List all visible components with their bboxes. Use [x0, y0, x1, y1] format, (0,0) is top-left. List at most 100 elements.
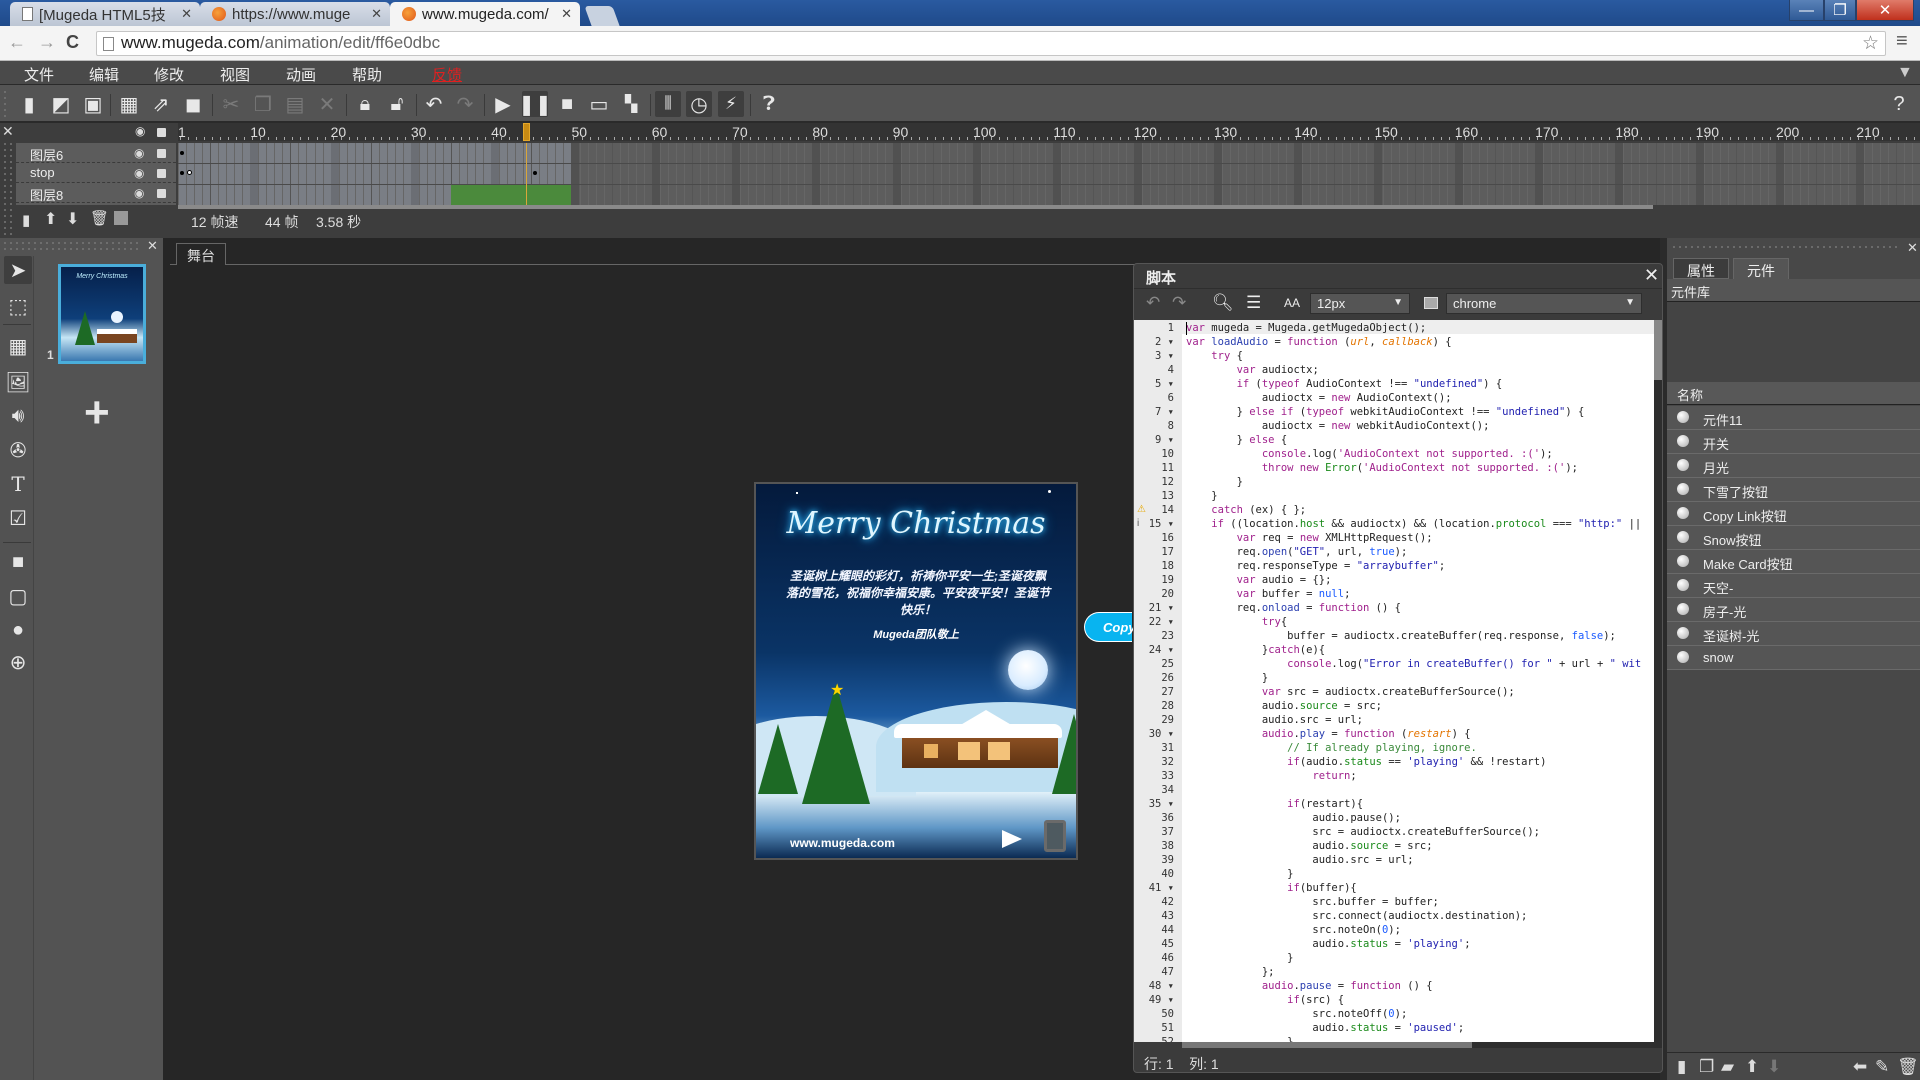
reload-icon[interactable]: C — [66, 32, 79, 53]
close-window-button[interactable]: ✕ — [1856, 0, 1914, 21]
timeline-ruler[interactable]: 1 10 20 30 40 50 60 70 80 90 100 110 120 130 140 150 160… — [178, 123, 1920, 141]
card-signature[interactable]: Mugeda团队敬上 — [756, 626, 1076, 642]
save-icon[interactable]: ▣ — [80, 91, 106, 117]
back-arrow-icon[interactable]: ⬅ — [1853, 1057, 1867, 1077]
layer-visibility-eye-icon[interactable]: ◉ — [134, 166, 144, 180]
code-line[interactable]: src.connect(audioctx.destination); — [1186, 910, 1527, 924]
library-item[interactable]: Snow按钮 — [1667, 526, 1920, 550]
page-thumbnail[interactable]: Merry Christmas — [58, 264, 146, 364]
trash-icon[interactable]: 🗑︎ — [1897, 1057, 1919, 1077]
code-line[interactable]: audio.source = src; — [1186, 840, 1432, 854]
minimize-button[interactable]: — — [1789, 0, 1824, 21]
cut-icon[interactable]: ✂ — [218, 91, 244, 117]
pause-icon[interactable]: ❚❚ — [518, 91, 552, 117]
code-line[interactable]: var src = audioctx.createBufferSource(); — [1186, 686, 1515, 700]
font-size-select[interactable]: 12px ▼ — [1310, 293, 1410, 314]
timeline-grip[interactable] — [2, 141, 12, 237]
qrcode-icon[interactable]: ▚ — [618, 91, 644, 117]
transform-icon[interactable]: ⬚ — [4, 292, 32, 320]
frame-grid[interactable] — [178, 143, 1920, 205]
editor-hscroll-thumb[interactable] — [1182, 1042, 1472, 1048]
forward-icon[interactable]: → — [38, 32, 56, 53]
tab-properties[interactable]: 属性 — [1673, 258, 1729, 279]
video-reel-icon[interactable]: ✇ — [4, 436, 32, 464]
library-item[interactable]: Copy Link按钮 — [1667, 502, 1920, 526]
rounded-rect-icon[interactable]: ▢ — [4, 582, 32, 610]
menu-edit[interactable]: 编辑 — [89, 64, 119, 85]
code-line[interactable]: if(restart){ — [1186, 798, 1363, 812]
code-line[interactable]: audio.pause(); — [1186, 812, 1401, 826]
layer-visibility-eye-icon[interactable]: ◉ — [134, 146, 144, 160]
code-line[interactable]: req.open("GET", url, true); — [1186, 546, 1408, 560]
layer-visibility-eye-icon[interactable]: ◉ — [134, 186, 144, 200]
empty-keyframe[interactable] — [187, 170, 193, 175]
menu-feedback[interactable]: 反馈 — [432, 64, 462, 85]
code-line[interactable]: var audioctx; — [1186, 364, 1319, 378]
code-line[interactable]: if(src) { — [1186, 994, 1344, 1008]
layer-lock-icon[interactable] — [157, 149, 166, 158]
keyframe-dot[interactable] — [180, 151, 184, 155]
library-item[interactable]: 下雪了按钮 — [1667, 478, 1920, 502]
back-icon[interactable]: ← — [8, 32, 26, 53]
menu-animation[interactable]: 动画 — [286, 64, 316, 85]
eye-icon[interactable]: ◉ — [135, 124, 145, 138]
code-line[interactable]: console.log('AudioContext not supported.… — [1186, 448, 1553, 462]
code-line[interactable]: var audio = {}; — [1186, 574, 1332, 588]
preview-monitor-icon[interactable]: ▭ — [586, 91, 612, 117]
code-line[interactable]: buffer = audioctx.createBuffer(req.respo… — [1186, 630, 1616, 644]
christmas-tree-large[interactable] — [802, 684, 870, 804]
code-line[interactable]: src = audioctx.createBufferSource(); — [1186, 826, 1540, 840]
new-file-icon[interactable]: ▮ — [16, 91, 42, 117]
code-editor[interactable]: 1 var mugeda = Mugeda.getMugedaObject();… — [1134, 320, 1662, 1042]
unlock-icon[interactable]: 🔓︎ — [384, 91, 410, 117]
export-icon[interactable]: ⬇ — [1767, 1057, 1781, 1077]
play-icon[interactable]: ▶ — [490, 91, 516, 117]
checkbox-icon[interactable]: ☑ — [4, 504, 32, 532]
layer-lock-icon[interactable] — [157, 169, 166, 178]
code-line[interactable]: try{ — [1186, 616, 1287, 630]
code-line[interactable]: // If already playing, ignore. — [1186, 742, 1477, 756]
copy-link-button[interactable]: Copy — [1084, 612, 1136, 642]
help-icon[interactable]: ❓︎ — [756, 91, 782, 117]
code-line[interactable]: var loadAudio = function (url, callback)… — [1186, 336, 1452, 350]
code-line[interactable]: } else { — [1186, 434, 1288, 448]
tween-span[interactable] — [451, 185, 572, 205]
switch-toggle[interactable] — [1044, 820, 1066, 852]
lightbulb-help-icon[interactable]: ? — [1886, 91, 1912, 117]
code-line[interactable]: }; — [1186, 966, 1275, 980]
info-icon[interactable]: i — [1137, 518, 1139, 529]
paste-icon[interactable]: ▤ — [282, 91, 308, 117]
code-line[interactable]: } — [1186, 476, 1243, 490]
ellipse-icon[interactable]: ● — [4, 616, 32, 644]
christmas-tree-small[interactable] — [758, 724, 798, 794]
code-line[interactable]: req.onload = function () { — [1186, 602, 1401, 616]
browser-tab-1[interactable]: [Mugeda HTML5技 ✕ — [10, 2, 200, 26]
layer-row[interactable]: 图层8 ◉ — [16, 183, 176, 203]
code-line[interactable]: audio.status = 'paused'; — [1186, 1022, 1464, 1036]
tab-close-icon[interactable]: ✕ — [561, 6, 572, 22]
tab-stage[interactable]: 舞台 — [176, 243, 226, 265]
delete-icon[interactable]: ✕ — [314, 91, 340, 117]
layer-row[interactable]: 图层6 ◉ — [16, 143, 176, 163]
code-line[interactable]: if (typeof AudioContext !== "undefined")… — [1186, 378, 1503, 392]
copy-icon[interactable]: ❐ — [250, 91, 276, 117]
list-icon[interactable]: ☰ — [1246, 293, 1261, 313]
code-line[interactable]: try { — [1186, 350, 1243, 364]
import-icon[interactable]: ⬆ — [1745, 1057, 1759, 1077]
code-line[interactable]: audio.source = src; — [1186, 700, 1382, 714]
select-arrow-icon[interactable]: ➤ — [4, 256, 32, 284]
share-icon[interactable]: ⇗ — [148, 91, 174, 117]
new-symbol-icon[interactable]: ▮ — [1677, 1057, 1686, 1077]
code-line[interactable]: catch (ex) { }; — [1186, 504, 1306, 518]
undo-icon[interactable]: ↶ — [1146, 293, 1160, 313]
timeline-close-icon[interactable]: ✕ — [2, 123, 14, 140]
clock-icon[interactable]: ◷ — [686, 91, 712, 117]
browser-tab-2[interactable]: https://www.muge ✕ — [200, 2, 390, 26]
right-dock-close-icon[interactable]: ✕ — [1907, 240, 1918, 256]
lock-icon[interactable]: 🔒︎ — [352, 91, 378, 117]
new-folder-icon[interactable]: ▰ — [1721, 1057, 1734, 1077]
code-line[interactable]: } else if (typeof webkitAudioContext !==… — [1186, 406, 1585, 420]
redo-icon[interactable]: ↷ — [452, 91, 478, 117]
shape-icon[interactable]: ◼ — [180, 91, 206, 117]
code-line[interactable]: } — [1186, 952, 1293, 966]
